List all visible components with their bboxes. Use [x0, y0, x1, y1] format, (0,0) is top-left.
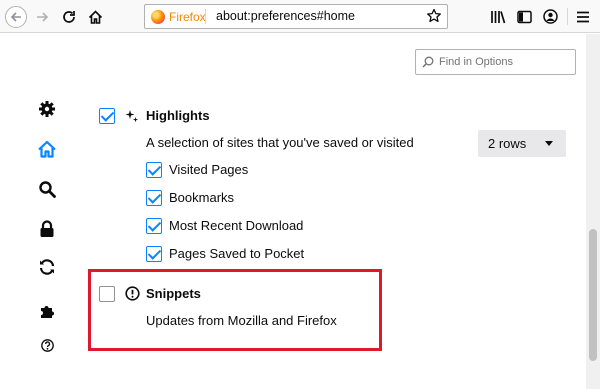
- url-divider: [205, 9, 206, 24]
- annotation-highlight-box: [88, 269, 382, 351]
- identity-box[interactable]: Firefox: [145, 5, 206, 28]
- sync-icon: [39, 259, 55, 275]
- search-field-icon: [422, 56, 434, 68]
- visited-pages-label[interactable]: Visited Pages: [169, 162, 248, 177]
- bookmarks-checkbox[interactable]: [146, 190, 162, 206]
- highlights-heading: Highlights: [146, 108, 210, 123]
- info-icon: [125, 286, 140, 301]
- library-button[interactable]: [488, 0, 508, 33]
- privacy-lock-icon: [40, 220, 54, 237]
- hamburger-menu-icon: [577, 11, 589, 22]
- account-icon: [542, 9, 558, 24]
- pocket-checkbox[interactable]: [146, 246, 162, 262]
- help-icon: [40, 338, 54, 352]
- pocket-label[interactable]: Pages Saved to Pocket: [169, 246, 304, 261]
- content-scrollbar[interactable]: [586, 34, 600, 389]
- firefox-logo-icon: [151, 9, 165, 24]
- back-button[interactable]: [3, 0, 29, 33]
- reload-button[interactable]: [58, 0, 80, 33]
- category-sync[interactable]: [36, 256, 58, 278]
- snippets-heading: Snippets: [146, 286, 201, 301]
- highlights-checkbox[interactable]: [99, 108, 115, 124]
- reload-icon: [63, 10, 75, 23]
- back-arrow-icon: [5, 5, 27, 28]
- rows-select-value: 2 rows: [488, 136, 527, 151]
- library-icon: [491, 10, 506, 23]
- sidebar-icon: [516, 10, 532, 23]
- category-privacy[interactable]: [36, 218, 58, 240]
- forward-arrow-icon: [36, 11, 48, 22]
- preferences-content: Find in Options Highlights A selection o…: [0, 34, 600, 389]
- category-support[interactable]: [36, 334, 58, 356]
- identity-label: Firefox: [169, 9, 206, 24]
- gear-icon: [39, 101, 55, 117]
- toolbar-divider: [567, 8, 568, 25]
- search-placeholder: Find in Options: [439, 56, 513, 68]
- category-home[interactable]: [36, 138, 58, 160]
- account-button[interactable]: [540, 0, 560, 33]
- url-text[interactable]: about:preferences#home: [216, 5, 355, 28]
- highlights-description: A selection of sites that you've saved o…: [146, 135, 414, 150]
- snippets-checkbox[interactable]: [99, 286, 115, 302]
- forward-button[interactable]: [31, 0, 53, 33]
- recent-download-label[interactable]: Most Recent Download: [169, 218, 303, 233]
- find-in-options-input[interactable]: Find in Options: [415, 49, 576, 75]
- snippets-description: Updates from Mozilla and Firefox: [146, 313, 337, 328]
- home-toolbar-icon: [88, 9, 102, 24]
- home-button[interactable]: [84, 0, 106, 33]
- navigation-toolbar: Firefox about:preferences#home: [0, 0, 600, 33]
- highlights-sparkle-icon: [125, 110, 139, 123]
- extensions-puzzle-icon: [40, 305, 54, 318]
- home-icon: [38, 140, 56, 158]
- url-bar[interactable]: Firefox about:preferences#home: [144, 4, 448, 29]
- category-search[interactable]: [36, 178, 58, 200]
- dropdown-arrow-icon: [545, 141, 553, 146]
- highlights-rows-select[interactable]: 2 rows: [478, 130, 566, 157]
- visited-pages-checkbox[interactable]: [146, 162, 162, 178]
- sidebar-button[interactable]: [514, 0, 534, 33]
- bookmark-star-icon[interactable]: [426, 8, 442, 24]
- category-general[interactable]: [36, 98, 58, 120]
- category-extensions[interactable]: [36, 300, 58, 322]
- scrollbar-thumb[interactable]: [589, 229, 597, 361]
- menu-button[interactable]: [573, 0, 593, 33]
- recent-download-checkbox[interactable]: [146, 218, 162, 234]
- search-icon: [39, 181, 56, 198]
- bookmarks-label[interactable]: Bookmarks: [169, 190, 234, 205]
